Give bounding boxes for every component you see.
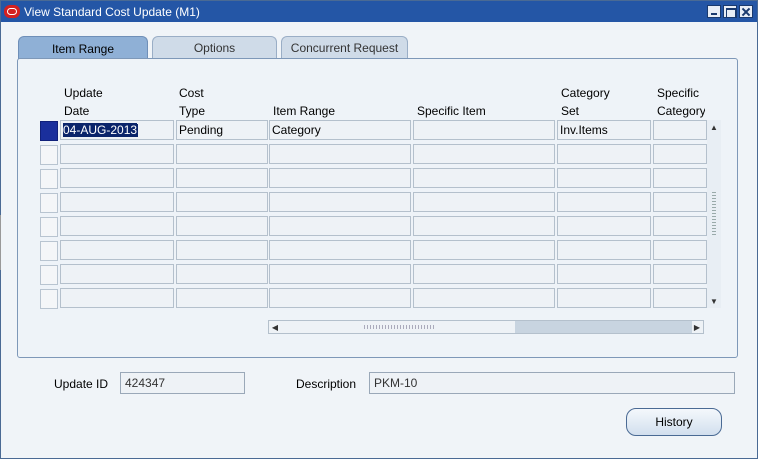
cell-specific-item[interactable]	[413, 120, 555, 140]
header-specific-category: Specific Category	[657, 86, 705, 118]
cell-cost-type[interactable]	[176, 288, 268, 308]
cell-specific-category[interactable]	[653, 168, 707, 188]
cell-category-set[interactable]	[557, 288, 651, 308]
cell-update-date[interactable]	[60, 144, 174, 164]
scroll-down-icon[interactable]: ▼	[707, 294, 721, 308]
row-selector[interactable]	[40, 145, 58, 165]
history-button[interactable]: History	[626, 408, 722, 436]
cell-update-date[interactable]: 04-AUG-2013	[60, 120, 174, 140]
scroll-right-icon[interactable]: ▶	[691, 321, 703, 333]
row-selector[interactable]	[40, 289, 58, 309]
scroll-up-icon[interactable]: ▲	[707, 120, 721, 134]
cell-cost-type[interactable]	[176, 216, 268, 236]
cell-update-date[interactable]	[60, 288, 174, 308]
scroll-thumb[interactable]	[515, 321, 692, 333]
cell-specific-category[interactable]	[653, 288, 707, 308]
cell-cost-type[interactable]	[176, 144, 268, 164]
cell-update-date[interactable]	[60, 168, 174, 188]
cell-category-set[interactable]	[557, 144, 651, 164]
cell-specific-category[interactable]	[653, 264, 707, 284]
scroll-grip[interactable]	[364, 325, 434, 329]
cell-update-date[interactable]	[60, 192, 174, 212]
cell-item-range[interactable]	[269, 144, 411, 164]
cell-item-range[interactable]: Category	[269, 120, 411, 140]
row-selector[interactable]	[40, 265, 58, 285]
cell-specific-item[interactable]	[413, 240, 555, 260]
cell-specific-category[interactable]	[653, 240, 707, 260]
cell-category-set[interactable]	[557, 264, 651, 284]
cell-specific-item[interactable]	[413, 144, 555, 164]
cell-specific-item[interactable]	[413, 192, 555, 212]
tab-options[interactable]: Options	[152, 36, 277, 59]
cell-specific-category[interactable]	[653, 120, 707, 140]
cell-specific-category[interactable]	[653, 192, 707, 212]
cell-item-range[interactable]	[269, 168, 411, 188]
description-field[interactable]: PKM-10	[369, 372, 735, 394]
title-bar[interactable]: View Standard Cost Update (M1)	[1, 1, 757, 22]
row-selector[interactable]	[40, 121, 58, 141]
cell-specific-item[interactable]	[413, 264, 555, 284]
tab-item-range[interactable]: Item Range	[18, 36, 148, 60]
cell-item-range[interactable]	[269, 216, 411, 236]
update-id-field[interactable]: 424347	[120, 372, 245, 394]
horizontal-scrollbar[interactable]: ◀ ▶	[268, 320, 704, 334]
cell-cost-type[interactable]	[176, 240, 268, 260]
cell-specific-category[interactable]	[653, 216, 707, 236]
cell-item-range[interactable]	[269, 192, 411, 212]
cell-cost-type[interactable]	[176, 264, 268, 284]
tab-concurrent-request[interactable]: Concurrent Request	[281, 36, 408, 59]
row-selector[interactable]	[40, 169, 58, 189]
row-selector[interactable]	[40, 193, 58, 213]
vertical-scrollbar[interactable]: ▲ ▼	[707, 120, 721, 308]
description-label: Description	[296, 377, 357, 391]
cell-item-range[interactable]	[269, 240, 411, 260]
cell-category-set[interactable]: Inv.Items	[557, 120, 651, 140]
header-update-date: Update Date	[64, 86, 103, 118]
cell-category-set[interactable]	[557, 192, 651, 212]
cell-update-date[interactable]	[60, 240, 174, 260]
window-title: View Standard Cost Update (M1)	[24, 4, 200, 19]
scroll-grip[interactable]	[712, 192, 716, 236]
cell-specific-item[interactable]	[413, 288, 555, 308]
scroll-left-icon[interactable]: ◀	[269, 321, 281, 333]
row-selector[interactable]	[40, 241, 58, 261]
cell-cost-type[interactable]	[176, 192, 268, 212]
cell-update-date[interactable]	[60, 264, 174, 284]
window-edge	[0, 215, 1, 270]
cell-specific-category[interactable]	[653, 144, 707, 164]
cell-item-range[interactable]	[269, 288, 411, 308]
cell-cost-type[interactable]: Pending	[176, 120, 268, 140]
update-id-label: Update ID	[54, 377, 109, 391]
cell-category-set[interactable]	[557, 168, 651, 188]
cell-specific-item[interactable]	[413, 168, 555, 188]
cell-specific-item[interactable]	[413, 216, 555, 236]
close-icon[interactable]	[739, 5, 753, 18]
header-category-set: Category Set	[561, 86, 610, 118]
cell-category-set[interactable]	[557, 216, 651, 236]
cell-category-set[interactable]	[557, 240, 651, 260]
cell-cost-type[interactable]	[176, 168, 268, 188]
cell-update-date[interactable]	[60, 216, 174, 236]
maximize-icon[interactable]	[723, 5, 737, 18]
header-cost-type: Cost Type	[179, 86, 206, 118]
minimize-icon[interactable]	[707, 5, 721, 18]
oracle-app-icon[interactable]	[4, 5, 20, 18]
header-specific-item: Specific Item	[417, 104, 486, 118]
row-selector[interactable]	[40, 217, 58, 237]
header-item-range: Item Range	[273, 104, 336, 118]
cell-item-range[interactable]	[269, 264, 411, 284]
